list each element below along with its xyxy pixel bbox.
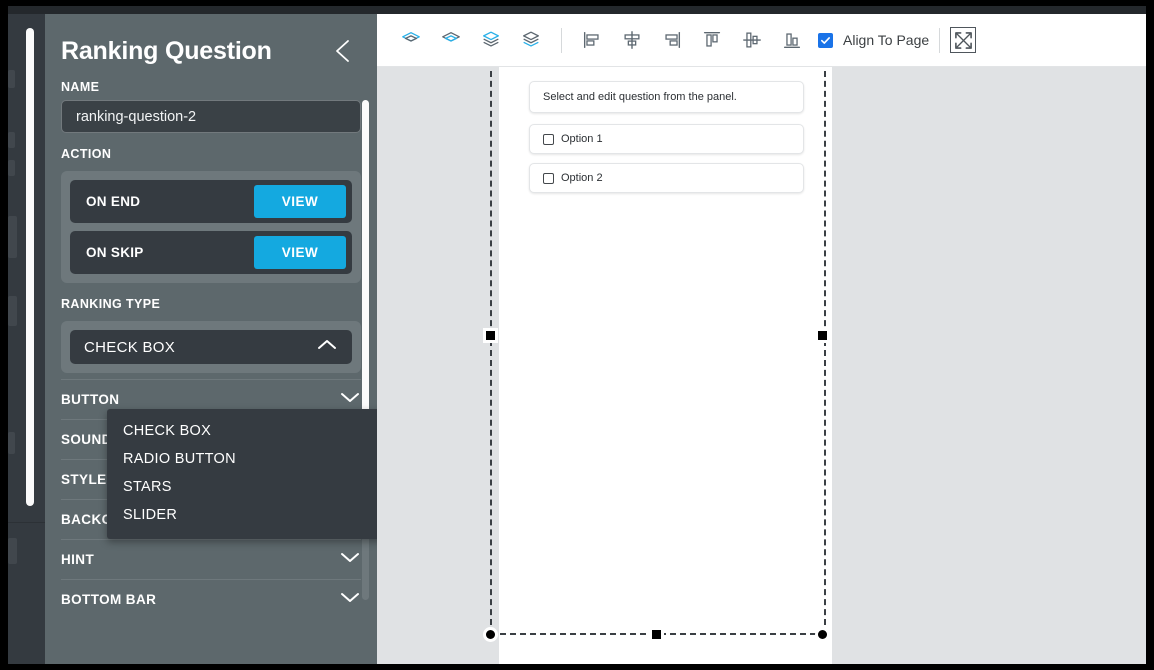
section-label: BUTTON [61, 392, 120, 407]
resize-handle-bottom-right[interactable] [818, 630, 827, 639]
ranking-type-selected-value: CHECK BOX [84, 338, 176, 356]
align-top-icon[interactable] [692, 22, 732, 58]
name-label: NAME [61, 80, 100, 94]
dropdown-option-check-box[interactable]: CHECK BOX [107, 417, 377, 445]
left-rail-panel[interactable] [8, 14, 45, 664]
design-canvas[interactable]: Select and edit question from the panel.… [377, 67, 1146, 664]
resize-handle-bottom-center[interactable] [652, 630, 661, 639]
ranking-type-select[interactable]: CHECK BOX [70, 330, 352, 364]
send-backward-icon[interactable] [471, 22, 511, 58]
chevron-down-icon [339, 590, 361, 609]
page-surface[interactable]: Select and edit question from the panel.… [499, 67, 832, 664]
action-row-on-skip: ON SKIP VIEW [70, 231, 352, 274]
align-middle-vertical-icon[interactable] [732, 22, 772, 58]
dropdown-option-stars[interactable]: STARS [107, 473, 377, 501]
send-to-back-icon[interactable] [511, 22, 551, 58]
left-rail-scrollbar-thumb[interactable] [26, 28, 34, 506]
align-left-icon[interactable] [572, 22, 612, 58]
option-card-1[interactable]: Option 1 [529, 124, 804, 154]
option-2-label: Option 2 [561, 172, 603, 184]
on-end-view-button[interactable]: VIEW [254, 185, 346, 218]
dropdown-option-slider[interactable]: SLIDER [107, 501, 377, 529]
toolbar-divider [561, 27, 562, 53]
name-input[interactable]: ranking-question-2 [61, 100, 361, 133]
align-right-icon[interactable] [652, 22, 692, 58]
page-title: Ranking Question [61, 36, 272, 65]
sidebar-section-hint[interactable]: HINT [61, 539, 361, 579]
section-label: HINT [61, 552, 95, 567]
question-card-text: Select and edit question from the panel. [543, 91, 737, 103]
chevron-down-icon [339, 390, 361, 409]
fit-to-screen-icon[interactable] [950, 27, 977, 53]
toolbar-divider [939, 27, 941, 53]
window-title-strip [8, 6, 1146, 14]
resize-handle-bottom-left[interactable] [486, 630, 495, 639]
sidebar-section-bottom-bar[interactable]: BOTTOM BAR [61, 579, 361, 619]
ranking-type-label: RANKING TYPE [61, 297, 161, 311]
action-row-on-end: ON END VIEW [70, 180, 352, 223]
resize-handle-middle-right[interactable] [818, 331, 827, 340]
rail-ghost-item [8, 538, 17, 564]
ranking-type-dropdown-menu[interactable]: CHECK BOX RADIO BUTTON STARS SLIDER [107, 409, 377, 539]
option-card-2[interactable]: Option 2 [529, 163, 804, 193]
align-to-page-label: Align To Page [843, 32, 930, 48]
option-2-checkbox-icon[interactable] [543, 172, 554, 184]
bring-forward-icon[interactable] [431, 22, 471, 58]
question-card[interactable]: Select and edit question from the panel. [529, 81, 804, 113]
align-center-horizontal-icon[interactable] [612, 22, 652, 58]
dropdown-option-radio-button[interactable]: RADIO BUTTON [107, 445, 377, 473]
section-label: SOUND [61, 432, 112, 447]
sidebar-header: Ranking Question [45, 14, 377, 66]
option-1-label: Option 1 [561, 133, 603, 145]
canvas-toolbar: Align To Page [377, 14, 1146, 67]
chevron-down-icon [339, 550, 361, 569]
rail-ghost-item [8, 432, 15, 454]
app-window: Ranking Question NAME ranking-question-2… [8, 6, 1146, 664]
action-label: ACTION [61, 147, 112, 161]
chevron-up-icon [316, 338, 338, 357]
check-icon [821, 36, 830, 44]
rail-ghost-item [8, 70, 15, 88]
bring-to-front-icon[interactable] [391, 22, 431, 58]
action-on-end-label: ON END [86, 194, 141, 209]
action-group: ON END VIEW ON SKIP VIEW [61, 171, 361, 283]
name-input-value: ranking-question-2 [76, 108, 197, 125]
section-label: STYLE [61, 472, 107, 487]
ranking-type-group: CHECK BOX [61, 321, 361, 373]
question-properties-sidebar: Ranking Question NAME ranking-question-2… [45, 14, 377, 664]
section-label: BOTTOM BAR [61, 592, 157, 607]
resize-handle-middle-left[interactable] [486, 331, 495, 340]
option-1-checkbox-icon[interactable] [543, 133, 554, 145]
rail-ghost-item [8, 160, 15, 176]
rail-ghost-item [8, 216, 17, 258]
align-to-page-checkbox[interactable] [818, 32, 833, 48]
action-on-skip-label: ON SKIP [86, 245, 144, 260]
on-skip-view-button[interactable]: VIEW [254, 236, 346, 269]
rail-ghost-item [8, 132, 15, 148]
rail-ghost-item [8, 296, 17, 326]
align-bottom-icon[interactable] [772, 22, 812, 58]
chevron-left-icon[interactable] [329, 36, 355, 66]
